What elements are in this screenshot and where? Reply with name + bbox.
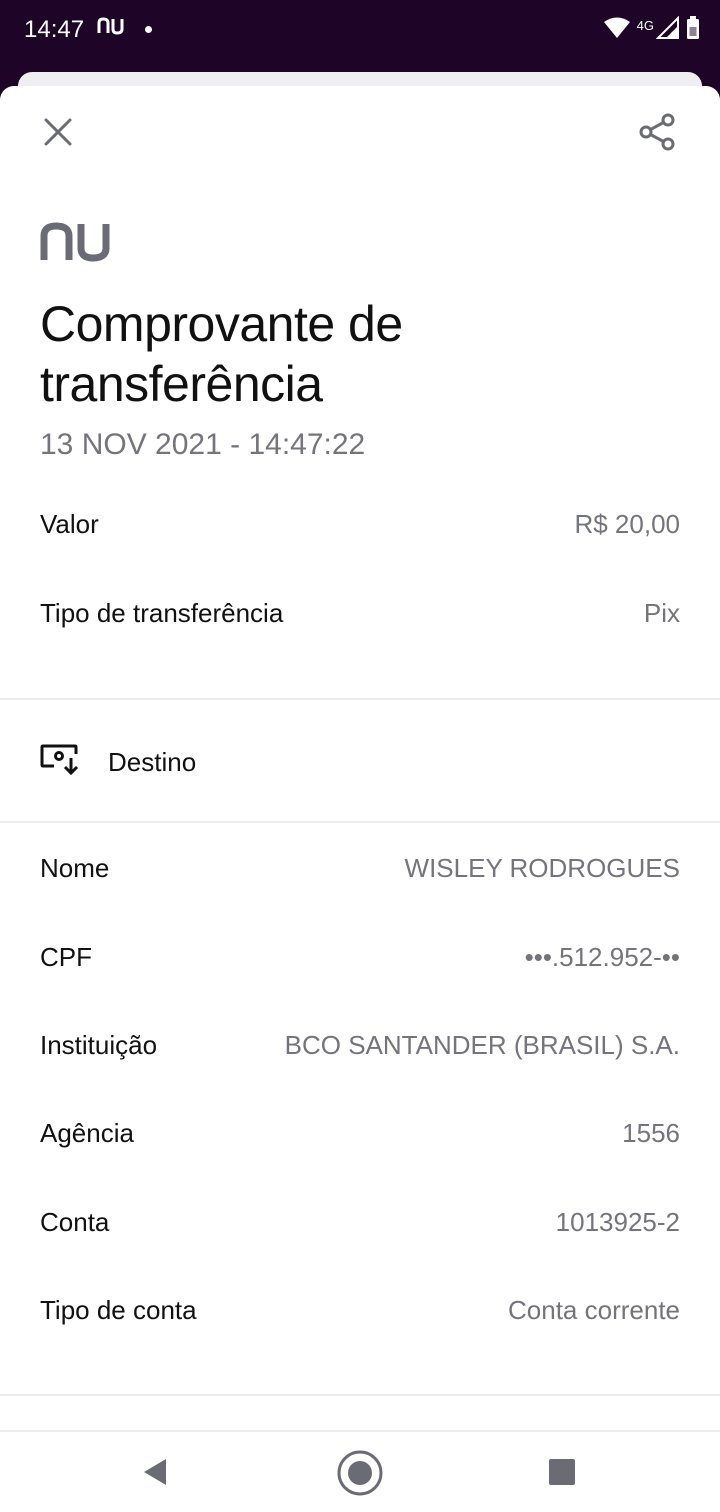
status-icons: 4G	[603, 15, 700, 45]
title-line-2: transferência	[40, 356, 323, 412]
summary-row-valor: Valor R$ 20,00	[40, 504, 680, 544]
row-label: Instituição	[40, 1029, 158, 1060]
destination-section-label: Destino	[108, 746, 197, 777]
nu-notification-icon	[97, 17, 125, 40]
wifi-icon	[603, 17, 631, 44]
page-title: Comprovante de transferência	[40, 294, 680, 414]
transfer-date: 13 NOV 2021 - 14:47:22	[40, 428, 366, 461]
row-value: Pix	[643, 597, 680, 628]
notification-dot	[145, 26, 152, 33]
nubank-logo	[40, 222, 110, 267]
battery-icon	[686, 16, 700, 45]
field-row-agencia: Agência 1556	[40, 1113, 680, 1153]
row-label: Tipo de conta	[40, 1294, 197, 1325]
system-nav-bar	[0, 1430, 720, 1512]
recent-apps-icon	[549, 1459, 575, 1485]
title-line-1: Comprovante de	[40, 296, 403, 352]
status-time: 14:47	[24, 16, 85, 43]
row-label: Valor	[40, 508, 99, 539]
summary-row-tipo-transferencia: Tipo de transferência Pix	[40, 593, 680, 633]
field-row-instituicao: Instituição BCO SANTANDER (BRASIL) S.A.	[40, 1025, 680, 1065]
divider	[0, 821, 720, 823]
status-bar: 14:47 4G	[0, 0, 720, 62]
row-value: 1556	[622, 1117, 680, 1148]
field-row-tipo-conta: Tipo de conta Conta corrente	[40, 1290, 680, 1330]
share-icon	[639, 113, 675, 151]
row-label: Conta	[40, 1206, 110, 1237]
close-icon	[44, 118, 72, 146]
close-button[interactable]	[36, 110, 80, 154]
row-label: Nome	[40, 852, 110, 883]
row-value: WISLEY RODROGUES	[404, 852, 680, 883]
back-button[interactable]	[140, 1456, 170, 1493]
row-label: Agência	[40, 1117, 134, 1148]
row-value: BCO SANTANDER (BRASIL) S.A.	[284, 1029, 680, 1060]
row-value: 1013925-2	[555, 1206, 680, 1237]
home-button[interactable]	[335, 1448, 385, 1503]
share-button[interactable]	[636, 110, 680, 154]
divider	[0, 698, 720, 700]
row-value: •••.512.952-••	[524, 941, 680, 972]
destination-section-header: Destino	[40, 740, 196, 784]
row-value: R$ 20,00	[574, 508, 680, 539]
field-row-cpf: CPF •••.512.952-••	[40, 937, 680, 977]
row-value: Conta corrente	[508, 1294, 680, 1325]
divider	[0, 1394, 720, 1396]
recent-apps-button[interactable]	[548, 1458, 576, 1491]
home-icon	[337, 1450, 383, 1496]
row-label: Tipo de transferência	[40, 597, 284, 628]
destination-icon	[40, 744, 80, 781]
field-row-nome: Nome WISLEY RODROGUES	[40, 848, 680, 888]
field-row-conta: Conta 1013925-2	[40, 1202, 680, 1242]
network-type: 4G	[636, 18, 654, 33]
signal-icon	[655, 15, 680, 45]
back-icon	[144, 1459, 166, 1485]
row-label: CPF	[40, 941, 92, 972]
